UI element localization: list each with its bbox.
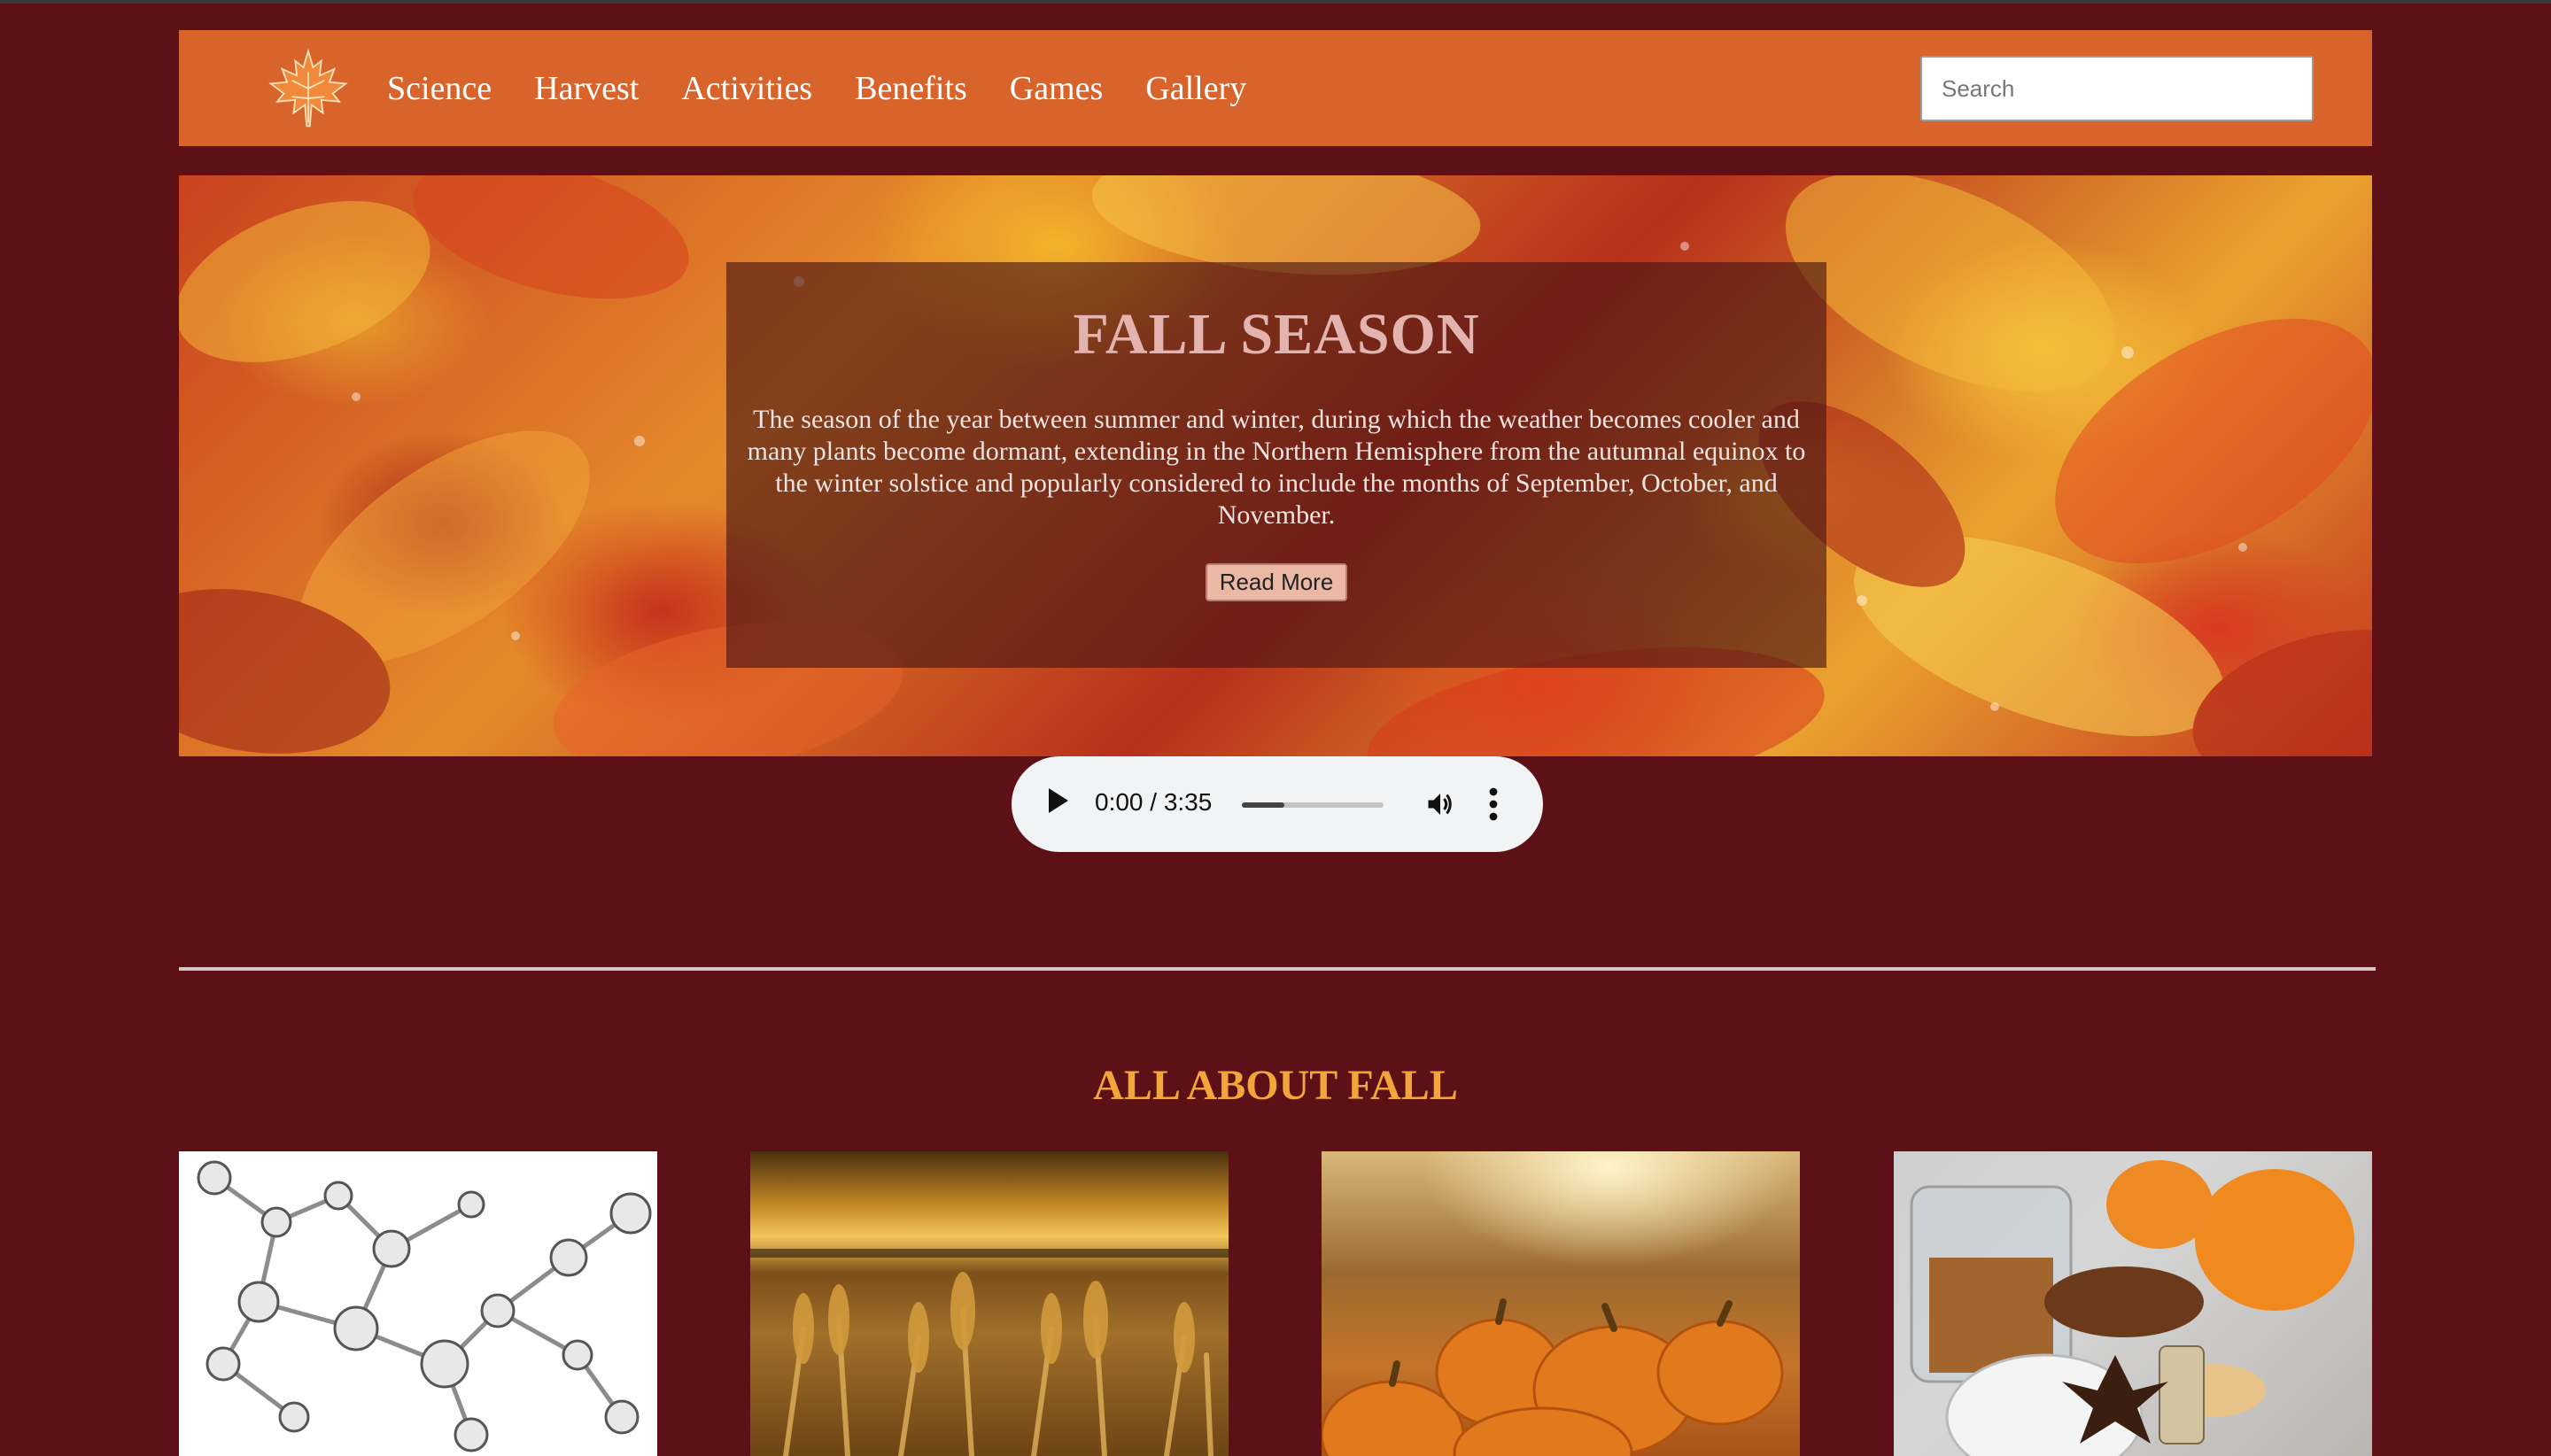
hero-banner: FALL SEASON The season of the year betwe… bbox=[179, 175, 2372, 756]
nav-link-gallery[interactable]: Gallery bbox=[1145, 69, 1246, 108]
hero-title: FALL SEASON bbox=[1073, 302, 1480, 367]
nav-link-benefits[interactable]: Benefits bbox=[855, 69, 967, 108]
read-more-button[interactable]: Read More bbox=[1205, 563, 1348, 601]
audio-progress-slider[interactable] bbox=[1242, 802, 1384, 808]
card-pumpkin-image[interactable] bbox=[1322, 1151, 1800, 1456]
navbar: Science Harvest Activities Benefits Game… bbox=[179, 30, 2372, 146]
audio-progress-fill bbox=[1242, 802, 1284, 808]
nav-links: Science Harvest Activities Benefits Game… bbox=[387, 30, 1289, 146]
maple-leaf-icon[interactable] bbox=[268, 48, 349, 129]
card-spice-image[interactable] bbox=[1894, 1151, 2372, 1456]
card-science-image[interactable] bbox=[179, 1151, 657, 1456]
audio-player: 0:00 / 3:35 bbox=[1012, 756, 1543, 852]
section-divider bbox=[179, 967, 2376, 971]
play-icon[interactable] bbox=[1049, 788, 1068, 813]
nav-link-science[interactable]: Science bbox=[387, 69, 492, 108]
nav-link-harvest[interactable]: Harvest bbox=[534, 69, 639, 108]
audio-time: 0:00 / 3:35 bbox=[1095, 788, 1213, 816]
card-harvest-image[interactable] bbox=[750, 1151, 1229, 1456]
search-input[interactable] bbox=[1920, 56, 2314, 121]
nav-link-activities[interactable]: Activities bbox=[681, 69, 812, 108]
top-border bbox=[0, 0, 2551, 4]
section-title: ALL ABOUT FALL bbox=[1093, 1062, 1458, 1109]
hero-description: The season of the year between summer an… bbox=[747, 405, 1806, 530]
volume-icon[interactable] bbox=[1424, 788, 1456, 820]
hero-overlay: FALL SEASON The season of the year betwe… bbox=[726, 262, 1826, 668]
more-options-icon[interactable] bbox=[1488, 786, 1499, 822]
nav-link-games[interactable]: Games bbox=[1010, 69, 1104, 108]
